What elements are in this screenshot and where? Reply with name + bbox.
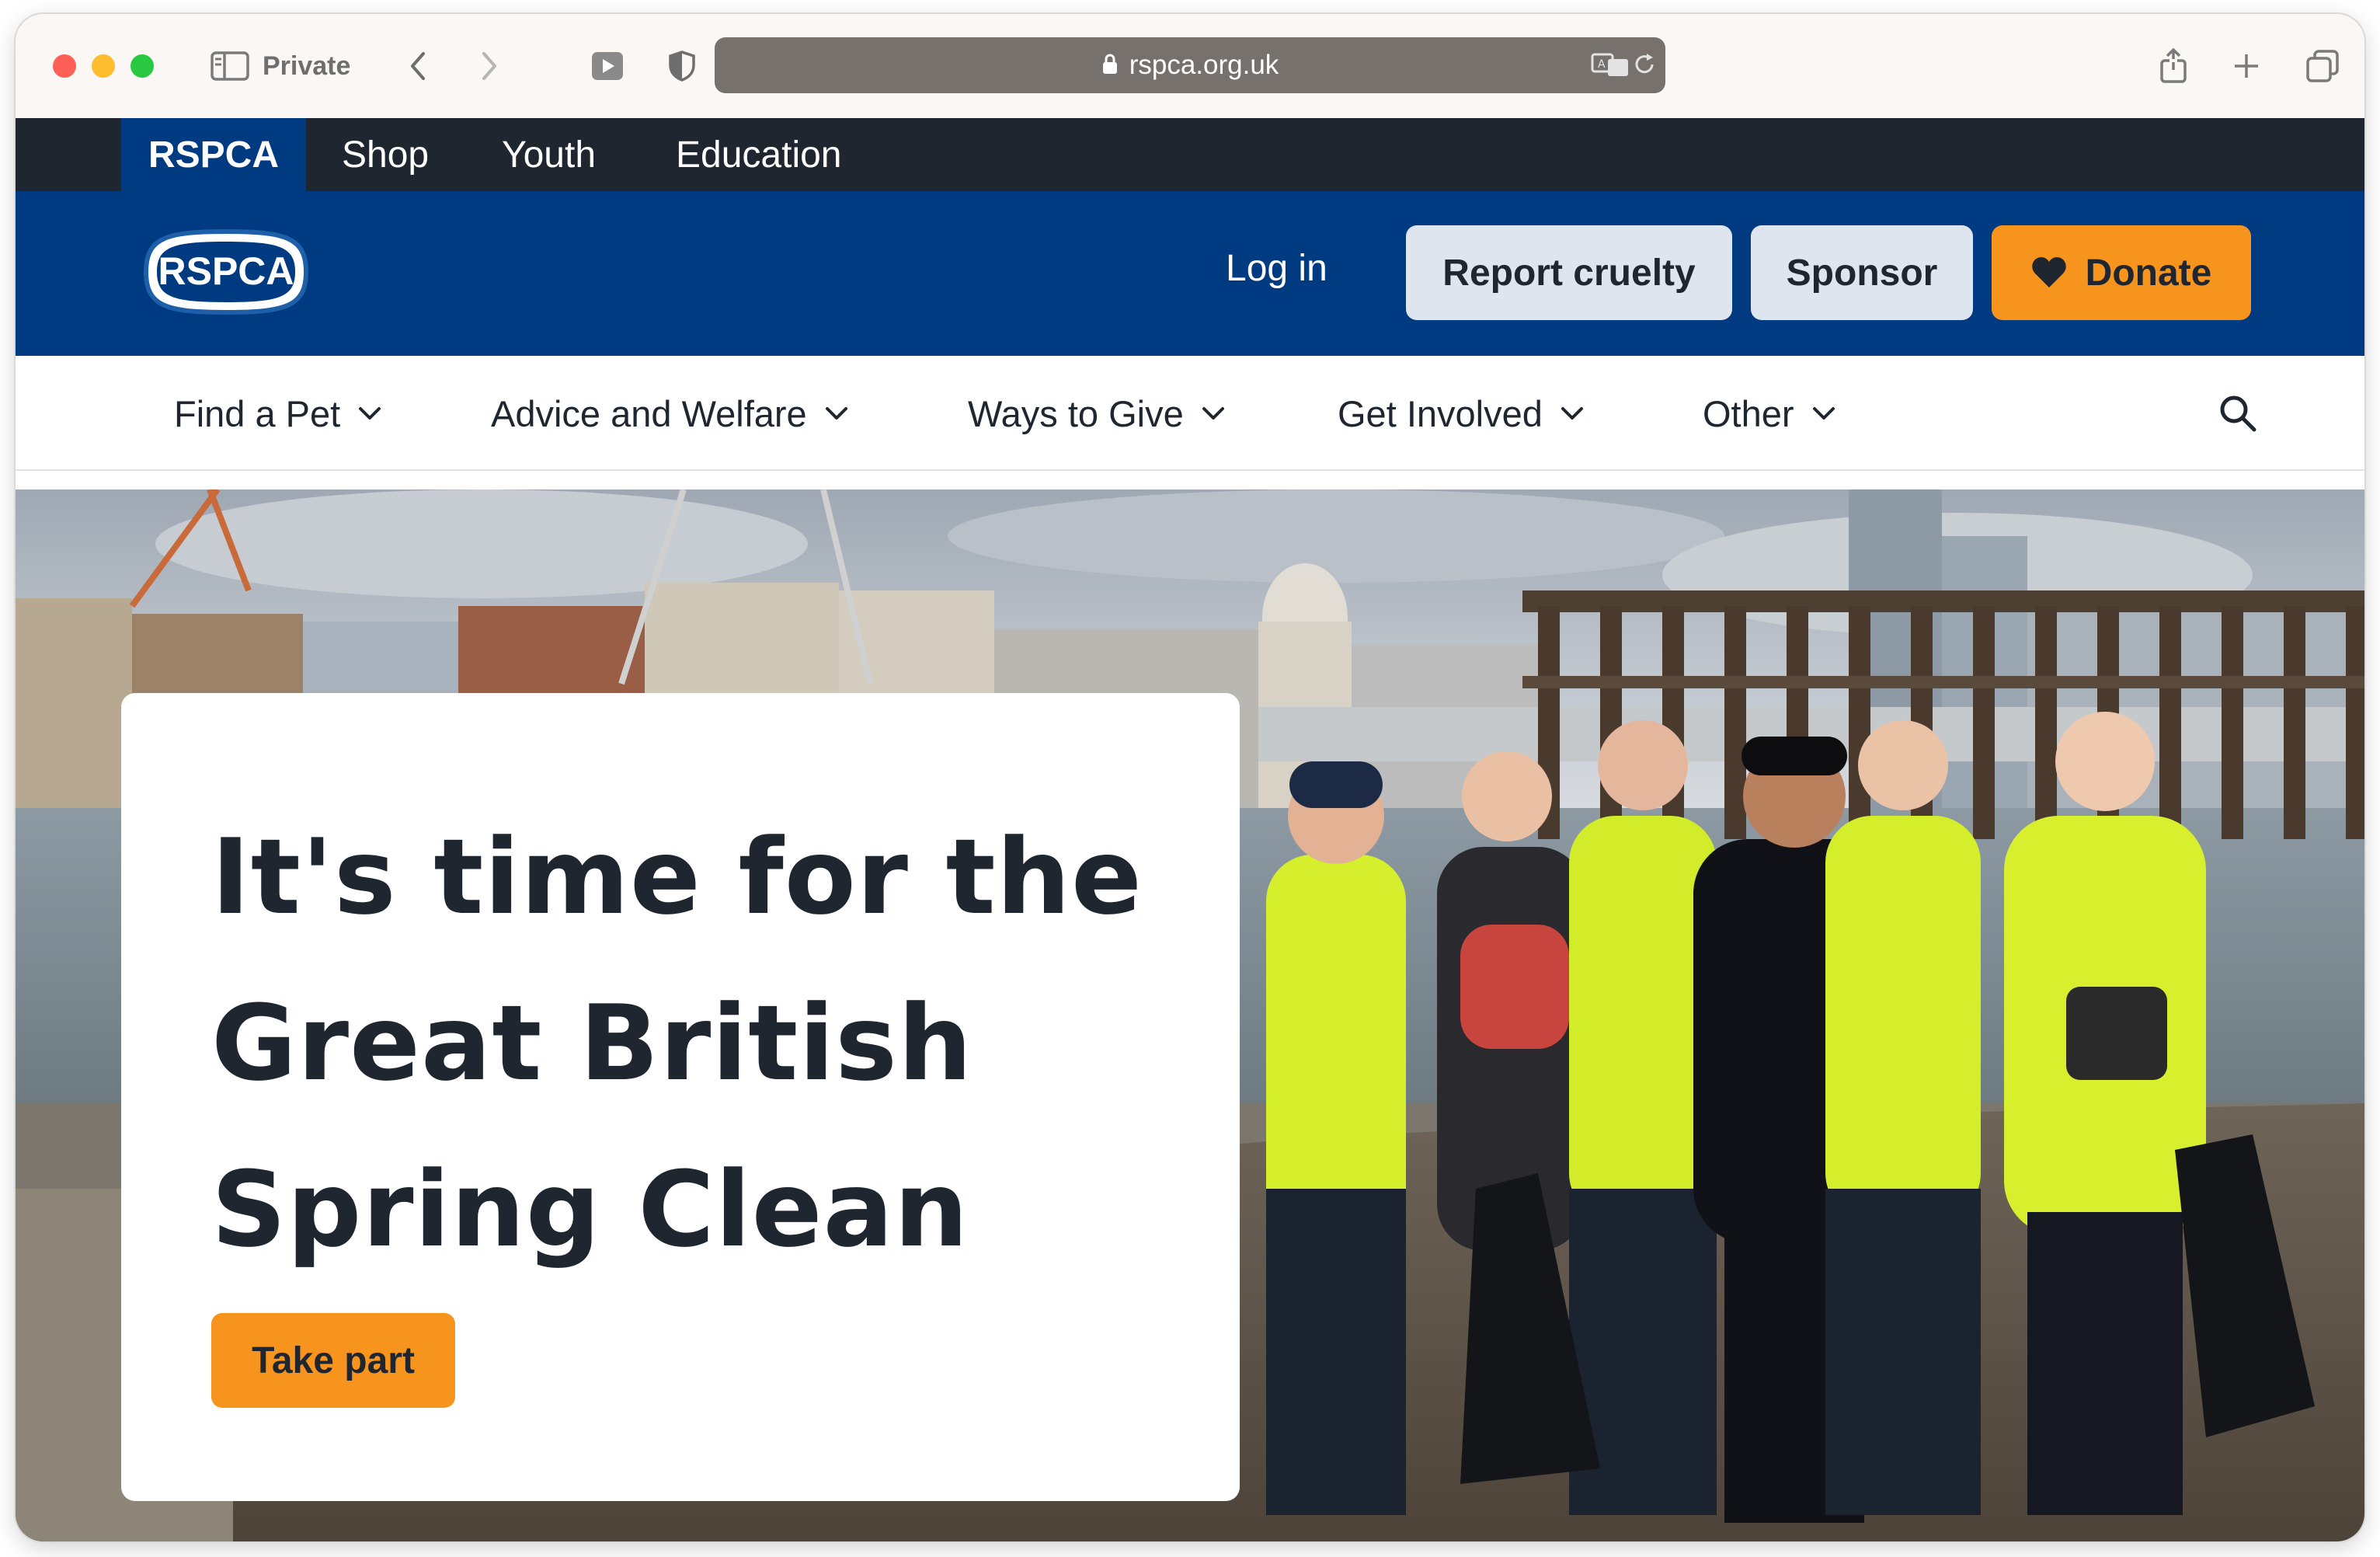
logo-text: RSPCA: [158, 249, 294, 293]
minimize-window-button[interactable]: [92, 54, 115, 78]
nav-label: Advice and Welfare: [491, 392, 807, 434]
utility-item-rspca[interactable]: RSPCA: [121, 118, 306, 191]
chevron-down-icon: [824, 406, 849, 421]
back-icon[interactable]: [402, 48, 433, 84]
hero-title: It's time for the Great British Spring C…: [211, 794, 1190, 1293]
nav-label: Find a Pet: [174, 392, 341, 434]
nav-label: Get Involved: [1338, 392, 1543, 434]
site-header: RSPCA Log in Report cruelty Sponsor Dona…: [16, 191, 2364, 356]
utility-item-education[interactable]: Education: [676, 118, 842, 191]
nav-get-involved[interactable]: Get Involved: [1338, 356, 1585, 471]
main-nav: Find a Pet Advice and Welfare Ways to Gi…: [16, 356, 2364, 471]
chevron-down-icon: [1811, 406, 1836, 421]
utility-item-youth[interactable]: Youth: [502, 118, 596, 191]
rspca-logo[interactable]: RSPCA: [138, 227, 314, 317]
donate-button[interactable]: Donate: [1992, 225, 2251, 320]
forward-icon[interactable]: [474, 48, 505, 84]
take-part-button[interactable]: Take part: [211, 1313, 455, 1408]
nav-advice-and-welfare[interactable]: Advice and Welfare: [491, 356, 849, 471]
share-icon[interactable]: [2156, 48, 2190, 84]
browser-window: Private rspca.org.uk A RSPCA Shop Youth …: [16, 14, 2364, 1541]
media-icon[interactable]: [589, 48, 626, 84]
nav-find-a-pet[interactable]: Find a Pet: [174, 356, 382, 471]
zoom-window-button[interactable]: [130, 54, 154, 78]
login-link[interactable]: Log in: [1226, 247, 1327, 290]
address-bar[interactable]: rspca.org.uk A: [715, 37, 1665, 93]
nav-ways-to-give[interactable]: Ways to Give: [968, 356, 1226, 471]
private-label: Private: [263, 51, 351, 81]
report-cruelty-button[interactable]: Report cruelty: [1406, 225, 1732, 320]
translate-icon[interactable]: A: [1591, 51, 1630, 78]
hero-card: It's time for the Great British Spring C…: [121, 693, 1240, 1501]
chevron-down-icon: [1560, 406, 1585, 421]
reload-icon[interactable]: [1631, 51, 1658, 78]
svg-text:A: A: [1598, 58, 1606, 71]
chevron-down-icon: [357, 406, 382, 421]
shield-icon[interactable]: [665, 48, 699, 84]
lock-icon: [1101, 52, 1119, 79]
hero-section: It's time for the Great British Spring C…: [16, 489, 2364, 1541]
nav-other[interactable]: Other: [1703, 356, 1836, 471]
tabs-overview-icon[interactable]: [2304, 48, 2341, 84]
nav-label: Ways to Give: [968, 392, 1184, 434]
url-text: rspca.org.uk: [1129, 50, 1279, 80]
utility-nav: RSPCA Shop Youth Education: [16, 118, 2364, 191]
utility-item-shop[interactable]: Shop: [342, 118, 429, 191]
chevron-down-icon: [1201, 406, 1226, 421]
nav-label: Other: [1703, 392, 1794, 434]
donate-label: Donate: [2085, 252, 2212, 294]
hero-title-line: Spring Clean: [211, 1149, 969, 1270]
close-window-button[interactable]: [53, 54, 76, 78]
hero-title-line: Great British: [211, 983, 973, 1104]
search-icon[interactable]: [2218, 356, 2257, 471]
sidebar-icon[interactable]: [208, 48, 252, 84]
new-tab-icon[interactable]: [2229, 48, 2263, 84]
sponsor-button[interactable]: Sponsor: [1751, 225, 1973, 320]
heart-icon: [2031, 256, 2067, 289]
browser-toolbar: Private rspca.org.uk A: [16, 14, 2364, 118]
hero-title-line: It's time for the: [211, 817, 1143, 938]
